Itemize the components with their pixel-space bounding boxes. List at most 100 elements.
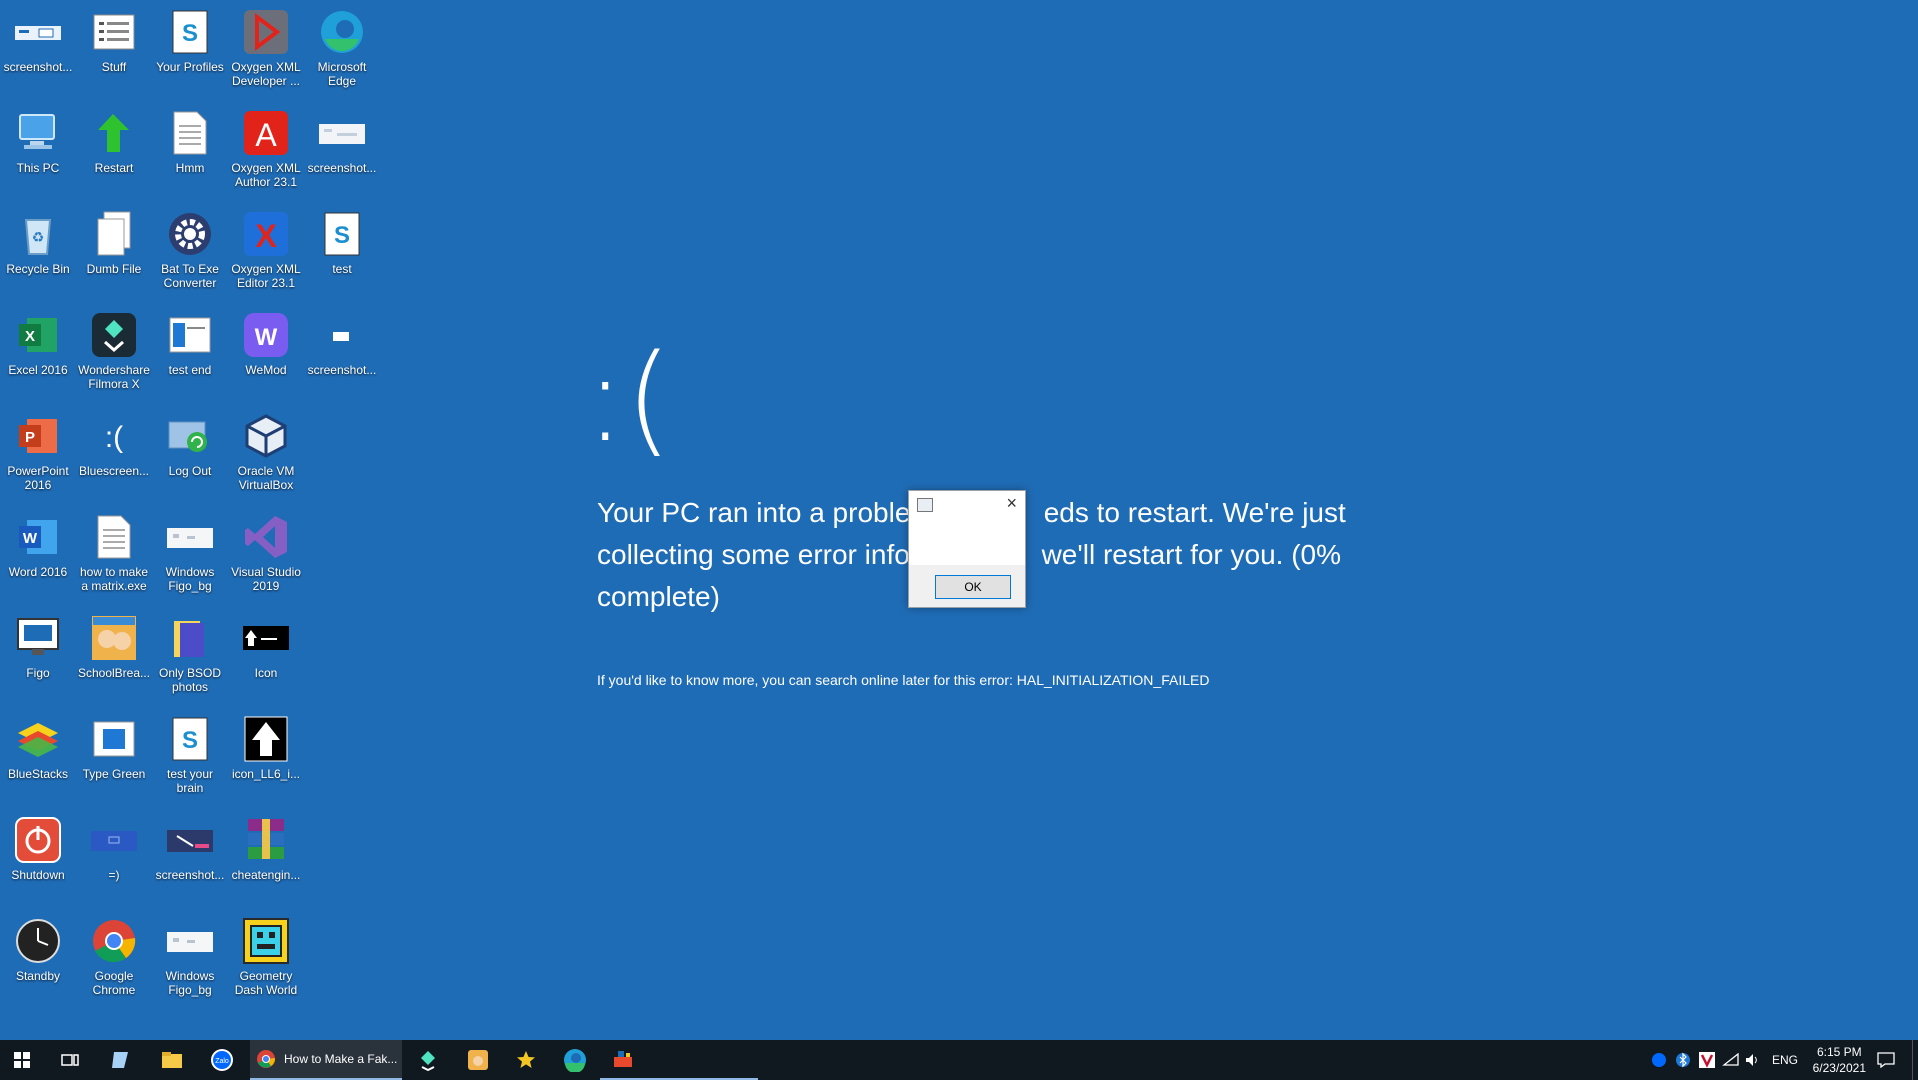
desktop-icon-log-out[interactable]: Log Out	[152, 404, 228, 478]
desktop-icon-label: Dumb File	[86, 262, 142, 276]
desktop-icon-geometry-dash[interactable]: Geometry Dash World	[228, 909, 304, 997]
arrow-up-icon	[242, 715, 290, 763]
bsod-message-line1-right: eds to restart. We're just	[1043, 497, 1346, 528]
desktop-icon-label: Oxygen XML Author 23.1	[231, 161, 301, 189]
desktop-icon-this-pc[interactable]: This PC	[0, 101, 76, 175]
taskbar-notepad[interactable]	[96, 1040, 144, 1080]
desktop-icon-virtualbox[interactable]: Oracle VM VirtualBox	[228, 404, 304, 492]
notepad-icon	[112, 1052, 128, 1068]
desktop-icon-hmm[interactable]: Hmm	[152, 101, 228, 175]
desktop-icon-screenshot-2[interactable]: screenshot...	[304, 101, 380, 175]
tray-antivirus-icon[interactable]	[1696, 1040, 1718, 1080]
taskbar-chrome-window[interactable]: How to Make a Fak...	[250, 1040, 402, 1080]
tray-network-icon[interactable]	[1720, 1040, 1742, 1080]
desktop-icon-excel[interactable]: X Excel 2016	[0, 303, 76, 377]
task-view-icon	[61, 1054, 79, 1066]
tray-volume-icon[interactable]	[1742, 1040, 1764, 1080]
oxygen-editor-icon: X	[242, 210, 290, 258]
clock[interactable]: 6:15 PM 6/23/2021	[1813, 1044, 1866, 1076]
taskbar-zalo[interactable]: Zalo	[198, 1040, 246, 1080]
desktop-icon-figo[interactable]: Figo	[0, 606, 76, 680]
desktop-icon-label: icon_LL6_i...	[231, 767, 301, 781]
desktop-icon-dumb-file[interactable]: Dumb File	[76, 202, 152, 276]
power-icon	[14, 816, 62, 864]
desktop-icon-your-profiles[interactable]: S Your Profiles	[152, 0, 228, 74]
desktop-icon-label: test your brain	[166, 767, 214, 795]
computer-icon	[14, 109, 62, 157]
desktop-icon-smiley[interactable]: =)	[76, 808, 152, 882]
desktop-icon-shutdown[interactable]: Shutdown	[0, 808, 76, 882]
taskbar-filmora[interactable]	[404, 1040, 452, 1080]
desktop-icon-label: Wondershare Filmora X	[78, 363, 150, 391]
close-icon[interactable]: ×	[1006, 493, 1017, 514]
taskbar-game[interactable]	[454, 1040, 502, 1080]
message-dialog[interactable]: × OK	[908, 490, 1026, 608]
show-desktop-button[interactable]	[1912, 1040, 1918, 1080]
svg-text::(: :(	[105, 421, 123, 454]
action-center-button[interactable]	[1866, 1040, 1906, 1080]
start-button[interactable]	[0, 1040, 44, 1080]
desktop-icon-wemod[interactable]: W WeMod	[228, 303, 304, 377]
desktop-icon-powerpoint[interactable]: P PowerPoint 2016	[0, 404, 76, 492]
desktop-icon-bat-to-exe[interactable]: Bat To Exe Converter	[152, 202, 228, 290]
desktop-icon-only-bsod[interactable]: Only BSOD photos	[152, 606, 228, 694]
geometry-dash-icon	[242, 917, 290, 965]
desktop-icon-label: test	[332, 262, 352, 276]
desktop-icon-word[interactable]: W Word 2016	[0, 505, 76, 579]
svg-text:X: X	[25, 328, 35, 345]
ok-button[interactable]: OK	[935, 575, 1011, 599]
desktop-icon-label: Bluescreen...	[78, 464, 150, 478]
desktop-icon-label: Google Chrome	[92, 969, 136, 997]
desktop-icon-filmora[interactable]: Wondershare Filmora X	[76, 303, 152, 391]
script-icon: S	[166, 715, 214, 763]
desktop-icon-type-green[interactable]: Type Green	[76, 707, 152, 781]
desktop-icon-label: Oracle VM VirtualBox	[237, 464, 295, 492]
desktop-icon-restart[interactable]: Restart	[76, 101, 152, 175]
desktop-icon-bluestacks[interactable]: BlueStacks	[0, 707, 76, 781]
desktop-icon-stuff[interactable]: Stuff	[76, 0, 152, 74]
desktop-icon-visual-studio[interactable]: Visual Studio 2019	[228, 505, 304, 593]
desktop-icon-test[interactable]: S test	[304, 202, 380, 276]
desktop-icon-screenshot-1[interactable]: screenshot...	[0, 0, 76, 74]
desktop-icon-windows-figo-bg-1[interactable]: Windows Figo_bg	[152, 505, 228, 593]
svg-text:W: W	[255, 324, 278, 351]
powerpoint-icon: P	[14, 412, 62, 460]
taskbar-star-app[interactable]	[502, 1040, 550, 1080]
tray-bluetooth-icon[interactable]	[1672, 1040, 1694, 1080]
desktop-icon-test-end[interactable]: test end	[152, 303, 228, 377]
tray-zalo-icon[interactable]	[1648, 1040, 1670, 1080]
svg-text:W: W	[23, 530, 38, 547]
desktop-icon-oxygen-editor[interactable]: X Oxygen XML Editor 23.1	[228, 202, 304, 290]
taskbar-file-explorer[interactable]	[148, 1040, 196, 1080]
desktop-icon-screenshot-3[interactable]: screenshot...	[304, 303, 380, 377]
task-view-button[interactable]	[48, 1040, 92, 1080]
desktop[interactable]: screenshot... This PC ♻ Recycle Bin X Ex…	[0, 0, 1918, 1040]
text-file-icon	[90, 513, 138, 561]
window-icon	[166, 311, 214, 359]
desktop-icon-matrix[interactable]: how to make a matrix.exe	[76, 505, 152, 593]
desktop-icon-edge[interactable]: Microsoft Edge	[304, 0, 380, 88]
desktop-icon-cheatengine[interactable]: cheatengin...	[228, 808, 304, 882]
desktop-icon-oxygen-developer[interactable]: Oxygen XML Developer ...	[228, 0, 304, 88]
desktop-icon-label: Bat To Exe Converter	[161, 262, 219, 290]
desktop-icon-schoolbreak[interactable]: SchoolBrea...	[76, 606, 152, 680]
desktop-icon-chrome[interactable]: Google Chrome	[76, 909, 152, 997]
taskbar-edge[interactable]	[550, 1040, 600, 1080]
desktop-icon-standby[interactable]: Standby	[0, 909, 76, 983]
bsod-message-line2-left: collecting some error info,	[597, 539, 918, 570]
bsod-message-line3: complete)	[597, 581, 720, 612]
desktop-icon-screenshot-4[interactable]: screenshot...	[152, 808, 228, 882]
oxygen-developer-icon	[242, 8, 290, 56]
desktop-icon-windows-figo-bg-2[interactable]: Windows Figo_bg	[152, 909, 228, 997]
desktop-icon-test-your-brain[interactable]: S test your brain	[152, 707, 228, 795]
desktop-icon-oxygen-author[interactable]: A Oxygen XML Author 23.1	[228, 101, 304, 189]
desktop-icon-icon[interactable]: Icon	[228, 606, 304, 680]
desktop-icon-icon-ll6[interactable]: icon_LL6_i...	[228, 707, 304, 781]
language-indicator[interactable]: ENG	[1768, 1040, 1802, 1080]
script-icon: S	[318, 210, 366, 258]
svg-text:P: P	[25, 429, 35, 446]
visual-studio-icon	[242, 513, 290, 561]
taskbar-bsod-app[interactable]	[600, 1040, 758, 1080]
desktop-icon-bluescreen[interactable]: :( Bluescreen...	[76, 404, 152, 478]
desktop-icon-recycle-bin[interactable]: ♻ Recycle Bin	[0, 202, 76, 276]
